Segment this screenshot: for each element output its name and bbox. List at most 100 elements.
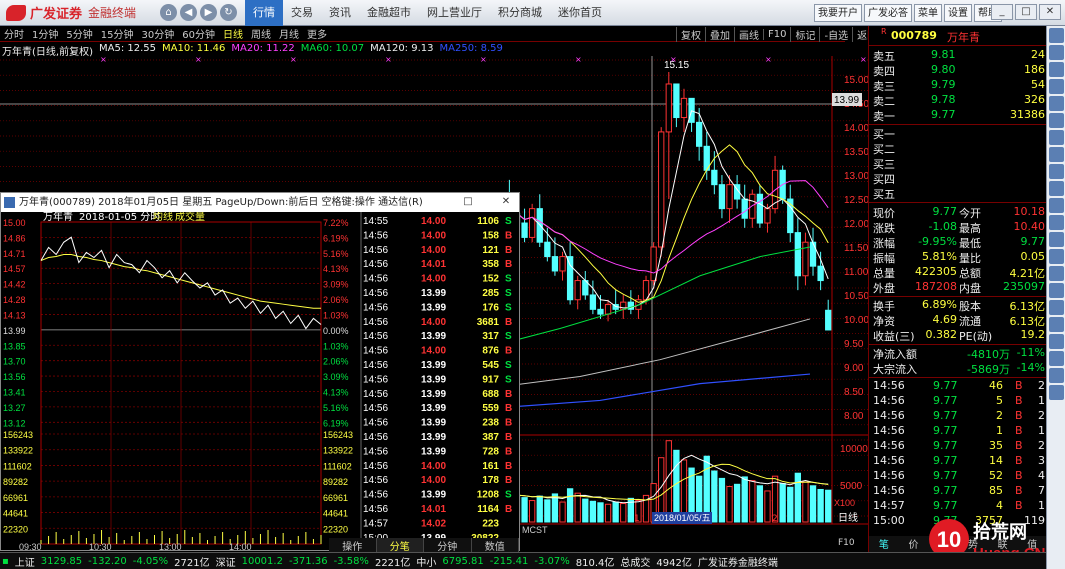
tool-button-1[interactable]: 叠加 bbox=[705, 26, 734, 42]
volume-bar[interactable] bbox=[597, 502, 604, 523]
side-tool-icon[interactable] bbox=[1049, 385, 1064, 400]
candle-body[interactable] bbox=[521, 222, 528, 238]
candle-body[interactable] bbox=[604, 304, 612, 315]
back-icon[interactable]: ◀ bbox=[180, 4, 197, 21]
volume-bar[interactable] bbox=[589, 500, 597, 523]
menu-item-6[interactable]: 迷你首页 bbox=[550, 0, 610, 26]
side-tool-icon[interactable] bbox=[1049, 368, 1064, 383]
popup-tab-0[interactable]: 操作 bbox=[329, 538, 377, 553]
volume-bar[interactable] bbox=[764, 490, 771, 523]
popup-close-icon[interactable]: ✕ bbox=[497, 194, 515, 210]
side-tool-icon[interactable] bbox=[1049, 181, 1064, 196]
volume-bar[interactable] bbox=[711, 470, 718, 523]
tool-button-2[interactable]: 画线 bbox=[734, 26, 763, 42]
mcst-label[interactable]: MCST bbox=[522, 525, 548, 535]
candle-body[interactable] bbox=[718, 184, 726, 210]
ask-row[interactable]: 卖四 9.80 186 bbox=[869, 63, 1047, 78]
period-tab-7[interactable]: 周线 bbox=[247, 26, 275, 41]
candle-body[interactable] bbox=[741, 198, 748, 219]
candle-body[interactable] bbox=[589, 294, 597, 310]
ask-row[interactable]: 卖一 9.77 31386 bbox=[869, 108, 1047, 123]
period-tab-8[interactable]: 月线 bbox=[275, 26, 303, 41]
side-tool-icon[interactable] bbox=[1049, 317, 1064, 332]
candle-body[interactable] bbox=[566, 256, 574, 301]
volume-bar[interactable] bbox=[566, 488, 574, 523]
menu-item-4[interactable]: 网上营业厅 bbox=[419, 0, 490, 26]
menu-item-5[interactable]: 积分商城 bbox=[490, 0, 550, 26]
side-tool-icon[interactable] bbox=[1049, 351, 1064, 366]
candle-body[interactable] bbox=[529, 208, 536, 238]
candle-body[interactable] bbox=[809, 241, 817, 267]
candle-body[interactable] bbox=[680, 97, 688, 119]
volume-bar[interactable] bbox=[718, 477, 726, 523]
tool-button-5[interactable]: -自选 bbox=[819, 26, 852, 42]
side-tool-icon[interactable] bbox=[1049, 28, 1064, 43]
period-tab-1[interactable]: 1分钟 bbox=[28, 26, 62, 41]
candle-body[interactable] bbox=[673, 83, 680, 119]
title-button-0[interactable]: 我要开户 bbox=[814, 4, 862, 22]
popup-tab-1[interactable]: 分笔 bbox=[376, 538, 424, 553]
volume-bar[interactable] bbox=[817, 488, 824, 523]
period-tab-5[interactable]: 60分钟 bbox=[178, 26, 219, 41]
title-button-3[interactable]: 设置 bbox=[944, 4, 972, 22]
side-tool-icon[interactable] bbox=[1049, 62, 1064, 77]
candle-body[interactable] bbox=[574, 280, 581, 301]
volume-bar[interactable] bbox=[604, 503, 612, 523]
side-tool-icon[interactable] bbox=[1049, 215, 1064, 230]
volume-bar[interactable] bbox=[741, 476, 748, 523]
refresh-icon[interactable]: ↻ bbox=[220, 4, 237, 21]
side-tool-icon[interactable] bbox=[1049, 232, 1064, 247]
period-tab-4[interactable]: 30分钟 bbox=[137, 26, 178, 41]
ask-row[interactable]: 卖五 9.81 24 bbox=[869, 48, 1047, 63]
right-tab-0[interactable]: 笔 bbox=[869, 536, 899, 552]
tool-button-3[interactable]: F10 bbox=[763, 28, 790, 40]
side-tool-icon[interactable] bbox=[1049, 79, 1064, 94]
side-tool-icon[interactable] bbox=[1049, 334, 1064, 349]
candle-body[interactable] bbox=[650, 246, 657, 282]
period-tab-3[interactable]: 15分钟 bbox=[97, 26, 138, 41]
volume-bar[interactable] bbox=[787, 486, 794, 523]
candle-body[interactable] bbox=[817, 265, 824, 282]
title-button-1[interactable]: 广发必答 bbox=[864, 4, 912, 22]
volume-bar[interactable] bbox=[749, 480, 756, 523]
candle-body[interactable] bbox=[711, 169, 718, 186]
menu-item-3[interactable]: 金融超市 bbox=[359, 0, 419, 26]
side-tool-icon[interactable] bbox=[1049, 164, 1064, 179]
volume-bar[interactable] bbox=[802, 481, 809, 523]
menu-item-1[interactable]: 交易 bbox=[283, 0, 321, 26]
side-tool-icon[interactable] bbox=[1049, 96, 1064, 111]
volume-bar[interactable] bbox=[544, 499, 551, 523]
intraday-chart[interactable]: 万年青 2018-01-05 分时均线 成交量 15.00 7.22% 14.86 6.19… bbox=[1, 212, 519, 550]
chart-tab-daily[interactable]: 日线 bbox=[838, 511, 858, 524]
right-tab-1[interactable]: 价 bbox=[899, 536, 929, 552]
sh-label[interactable]: 上证 bbox=[15, 554, 35, 569]
volume-bar[interactable] bbox=[559, 501, 566, 523]
forward-icon[interactable]: ▶ bbox=[200, 4, 217, 21]
period-tab-0[interactable]: 分时 bbox=[0, 26, 28, 41]
side-tool-icon[interactable] bbox=[1049, 130, 1064, 145]
candle-body[interactable] bbox=[658, 131, 665, 248]
bid-row[interactable]: 买一 bbox=[869, 126, 1047, 141]
ask-row[interactable]: 卖二 9.78 326 bbox=[869, 93, 1047, 108]
minimize-icon[interactable]: _ bbox=[991, 4, 1013, 20]
volume-bar[interactable] bbox=[521, 497, 528, 523]
volume-bar[interactable] bbox=[779, 483, 786, 523]
candle-body[interactable] bbox=[756, 193, 764, 224]
tool-button-0[interactable]: 复权 bbox=[676, 26, 705, 42]
volume-bar[interactable] bbox=[756, 485, 764, 523]
menu-item-2[interactable]: 资讯 bbox=[321, 0, 359, 26]
bid-row[interactable]: 买三 bbox=[869, 156, 1047, 171]
period-tab-9[interactable]: 更多 bbox=[303, 26, 331, 41]
volume-bar[interactable] bbox=[529, 500, 536, 523]
side-tool-icon[interactable] bbox=[1049, 113, 1064, 128]
candle-body[interactable] bbox=[551, 256, 559, 272]
candle-body[interactable] bbox=[559, 256, 566, 272]
volume-bar[interactable] bbox=[620, 503, 627, 523]
period-tab-2[interactable]: 5分钟 bbox=[62, 26, 96, 41]
popup-title-bar[interactable]: 万年青(000789) 2018年01月05日 星期五 PageUp/Down:… bbox=[1, 193, 519, 212]
side-tool-icon[interactable] bbox=[1049, 147, 1064, 162]
volume-bar[interactable] bbox=[794, 472, 801, 523]
side-tool-icon[interactable] bbox=[1049, 45, 1064, 60]
volume-bar[interactable] bbox=[612, 501, 619, 523]
side-tool-icon[interactable] bbox=[1049, 249, 1064, 264]
